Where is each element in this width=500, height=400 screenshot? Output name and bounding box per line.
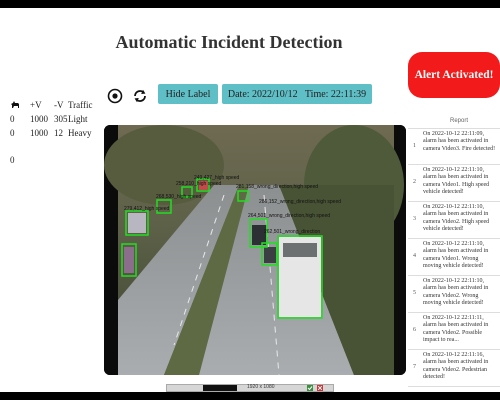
truck-windshield bbox=[283, 243, 317, 257]
stats-plus-v: 1000 bbox=[30, 128, 48, 138]
top-black-bar bbox=[0, 0, 500, 8]
report-item-number: 7 bbox=[413, 364, 416, 370]
report-item: 4 On 2022-10-12 22:11:10, alarm has been… bbox=[408, 239, 500, 276]
detection-label: 264,501_wrong_direction,high speed bbox=[248, 213, 330, 219]
taskbar-resolution: 1920 x 1080 bbox=[247, 384, 275, 390]
column-header-minus-v: -V bbox=[54, 100, 64, 110]
bottom-black-bar bbox=[0, 392, 500, 400]
stats-traffic: Heavy bbox=[68, 128, 92, 138]
report-item-number: 1 bbox=[413, 143, 416, 149]
taskbar-preview bbox=[203, 385, 237, 391]
stats-plus-v: 1000 bbox=[30, 114, 48, 124]
report-item-number: 6 bbox=[413, 327, 416, 333]
stats-row: 0 1000 12 Heavy bbox=[6, 128, 106, 142]
report-item: 2 On 2022-10-12 22:11:10, alarm has been… bbox=[408, 165, 500, 202]
report-item-text: On 2022-10-12 22:11:16, alarm has been a… bbox=[423, 352, 489, 381]
close-icon[interactable] bbox=[317, 385, 323, 391]
detection-label: 286,152_wrong_direction,high speed bbox=[259, 199, 341, 205]
stats-header-row: +V -V Traffic bbox=[6, 100, 106, 114]
stats-extra-value: 0 bbox=[10, 155, 15, 165]
alert-activated-button[interactable]: Alert Activated! bbox=[408, 52, 500, 98]
detection-label: 258,210_high speed bbox=[176, 181, 222, 187]
stats-traffic: Light bbox=[68, 114, 88, 124]
report-item: 7 On 2022-10-12 22:11:16, alarm has been… bbox=[408, 350, 500, 387]
check-icon[interactable] bbox=[307, 385, 313, 391]
column-header-plus-v: +V bbox=[30, 100, 42, 110]
report-list[interactable]: 1 On 2022-10-12 22:11:09, alarm has been… bbox=[408, 128, 500, 390]
report-title: Report bbox=[449, 118, 468, 124]
report-item: 1 On 2022-10-12 22:11:09, alarm has been… bbox=[408, 128, 500, 165]
video-player-taskbar[interactable]: 1920 x 1080 bbox=[166, 384, 334, 392]
tree-foliage bbox=[104, 125, 224, 205]
report-item-text: On 2022-10-12 22:11:10, alarm has been a… bbox=[423, 278, 489, 307]
detection-label: 279,412_high speed bbox=[124, 206, 170, 212]
stats-row: 0 1000 305 Light bbox=[6, 114, 106, 128]
dog-icon bbox=[10, 100, 20, 109]
car bbox=[128, 213, 146, 233]
hide-label-button[interactable]: Hide Label bbox=[158, 84, 218, 104]
car bbox=[252, 225, 266, 245]
car bbox=[124, 247, 134, 273]
report-item-text: On 2022-10-12 22:11:11, alarm has been a… bbox=[423, 315, 489, 344]
report-item-number: 4 bbox=[413, 253, 416, 259]
refresh-icon[interactable] bbox=[132, 88, 148, 104]
report-item: 5 On 2022-10-12 22:11:10, alarm has been… bbox=[408, 276, 500, 313]
record-icon[interactable] bbox=[107, 88, 123, 104]
car bbox=[264, 247, 276, 263]
video-frame: 279,412_high speed 268,530_high speed 25… bbox=[104, 125, 406, 375]
report-item-text: On 2022-10-12 22:11:10, alarm has been a… bbox=[423, 241, 489, 270]
column-header-traffic: Traffic bbox=[68, 100, 93, 110]
stats-minus-v: 12 bbox=[54, 128, 63, 138]
report-item-text: On 2022-10-12 22:11:09, alarm has been a… bbox=[423, 131, 496, 152]
report-item-text: On 2022-10-12 22:11:10, alarm has been a… bbox=[423, 204, 490, 233]
traffic-stats-table: +V -V Traffic 0 1000 305 Light 0 1000 12… bbox=[6, 100, 106, 142]
report-item-number: 5 bbox=[413, 290, 416, 296]
report-item-number: 2 bbox=[413, 179, 416, 185]
page-title: Automatic Incident Detection bbox=[115, 32, 343, 52]
detection-label: 268,530_high speed bbox=[156, 194, 202, 200]
report-item: 6 On 2022-10-12 22:11:11, alarm has been… bbox=[408, 313, 500, 350]
report-item: 3 On 2022-10-12 22:11:10, alarm has been… bbox=[408, 202, 500, 239]
camera-video-feed[interactable]: 279,412_high speed 268,530_high speed 25… bbox=[104, 125, 406, 375]
report-item-text: On 2022-10-12 22:11:10, alarm has been a… bbox=[423, 167, 490, 196]
report-item-number: 3 bbox=[413, 216, 416, 222]
stats-minus-v: 305 bbox=[54, 114, 68, 124]
detection-label: 262,501_wrong_direction bbox=[264, 229, 320, 235]
datetime-display: Date: 2022/10/12 Time: 22:11:39 bbox=[222, 84, 372, 104]
stats-id: 0 bbox=[10, 114, 15, 124]
stats-id: 0 bbox=[10, 128, 15, 138]
detection-label: 281,158_wrong_direction,high speed bbox=[236, 184, 318, 190]
detection-label: 249,427_high speed bbox=[194, 175, 240, 181]
